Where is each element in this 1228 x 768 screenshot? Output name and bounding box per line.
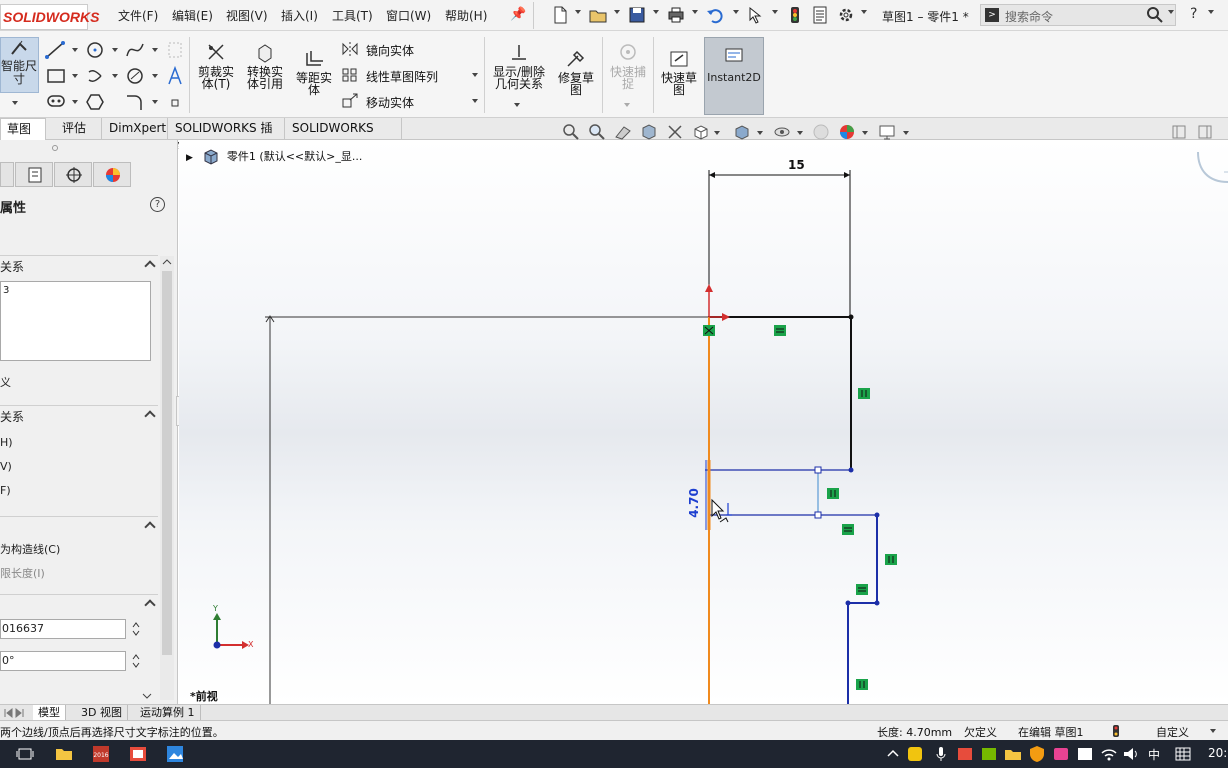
- status-bar: 两个边线/顶点后再选择尺寸文字标注的位置。 长度: 4.70mm 欠定义 在编辑…: [0, 720, 1228, 740]
- tray-security-icon[interactable]: [956, 745, 974, 763]
- dimension-label-height[interactable]: 4.70: [687, 488, 701, 518]
- sketch-point[interactable]: [814, 466, 822, 474]
- vertical-relation-icon[interactable]: [827, 488, 839, 499]
- status-message: 两个边线/顶点后再选择尺寸文字标注的位置。: [0, 726, 224, 739]
- sketch-canvas[interactable]: [0, 0, 1228, 768]
- sketch-point[interactable]: [874, 512, 880, 518]
- tray-app-icon[interactable]: [906, 745, 924, 763]
- view-name-label: *前视: [190, 690, 218, 703]
- status-editing: 在编辑 草图1: [1018, 726, 1084, 739]
- microphone-icon[interactable]: [932, 745, 950, 763]
- view-cube-icon[interactable]: [1196, 152, 1228, 188]
- sketch-point[interactable]: [845, 600, 851, 606]
- vertical-relation-icon[interactable]: [858, 388, 870, 399]
- vertical-relation-icon[interactable]: [885, 554, 897, 565]
- status-definition: 欠定义: [964, 726, 997, 739]
- rebuild-status-icon[interactable]: [1110, 724, 1122, 738]
- arrowhead-icon: [722, 313, 730, 321]
- arrowhead-icon: [709, 172, 715, 178]
- keyboard-layout-icon[interactable]: [1174, 745, 1192, 763]
- tab-motion-study[interactable]: 运动算例 1: [135, 705, 201, 721]
- input-method-indicator[interactable]: 中: [1148, 746, 1160, 763]
- horizontal-relation-icon[interactable]: [856, 584, 868, 595]
- triad-x-label: X: [248, 640, 254, 649]
- tray-app-icon[interactable]: [1076, 745, 1094, 763]
- presentation-app-icon[interactable]: [129, 745, 147, 763]
- arrowhead-icon: [844, 172, 850, 178]
- tray-flag-icon[interactable]: [1052, 745, 1070, 763]
- coincident-relation-icon[interactable]: [703, 325, 715, 336]
- wifi-icon[interactable]: [1100, 745, 1118, 763]
- arrowhead-icon: [705, 284, 713, 292]
- model-view-tabs: 模型 3D 视图 运动算例 1: [0, 704, 1228, 721]
- status-length: 长度: 4.70mm: [877, 726, 953, 739]
- triad-y-label: Y: [213, 604, 218, 613]
- tab-scroll-arrows-icon[interactable]: [2, 707, 26, 719]
- show-hidden-icons-icon[interactable]: [884, 745, 902, 763]
- horizontal-relation-icon[interactable]: [842, 524, 854, 535]
- tray-shield-icon[interactable]: [1028, 745, 1046, 763]
- tab-3d-views[interactable]: 3D 视图: [76, 705, 128, 721]
- solidworks-taskbar-icon[interactable]: 2016: [92, 745, 110, 763]
- photo-app-icon[interactable]: [166, 745, 184, 763]
- dimension-cursor-icon: [711, 498, 732, 523]
- file-explorer-icon[interactable]: [55, 745, 73, 763]
- sketch-point[interactable]: [848, 314, 854, 320]
- units-dropdown-icon[interactable]: [1210, 729, 1216, 733]
- units-selector[interactable]: 自定义: [1156, 724, 1189, 740]
- sketch-point[interactable]: [874, 600, 880, 606]
- tab-model[interactable]: 模型: [33, 705, 66, 721]
- task-view-icon[interactable]: [16, 745, 34, 763]
- coordinate-triad: [213, 613, 249, 649]
- volume-icon[interactable]: [1122, 745, 1140, 763]
- sketch-point[interactable]: [814, 511, 822, 519]
- horizontal-relation-icon[interactable]: [774, 325, 786, 336]
- vertical-relation-icon[interactable]: [856, 679, 868, 690]
- windows-taskbar: 2016 中 20:: [0, 740, 1228, 768]
- svg-text:2016: 2016: [93, 752, 108, 759]
- dimension-label-width[interactable]: 15: [788, 158, 805, 172]
- sketch-point[interactable]: [848, 467, 854, 473]
- nvidia-icon[interactable]: [980, 745, 998, 763]
- tray-folder-icon[interactable]: [1004, 745, 1022, 763]
- system-clock[interactable]: 20:: [1208, 746, 1227, 760]
